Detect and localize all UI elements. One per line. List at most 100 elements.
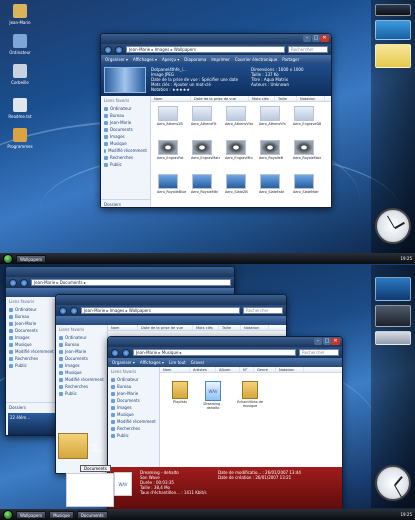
column-tags[interactable]: Mots clés: [249, 96, 275, 101]
file-item[interactable]: Échantillons de musique: [234, 381, 266, 408]
nav-item-searches[interactable]: Recherches: [6, 355, 57, 362]
nav-item-computer[interactable]: Ordinateur: [108, 376, 159, 383]
nav-item-music[interactable]: Musique: [6, 341, 57, 348]
clock-tray[interactable]: 19:25: [400, 512, 412, 517]
image-thumbnail[interactable]: Aero_EngravMatr: [191, 140, 220, 160]
image-thumbnail[interactable]: Aero_SlateZB: [225, 174, 248, 194]
nav-item-pictures[interactable]: Images: [56, 362, 107, 369]
organize-button[interactable]: Organiser ▾: [112, 360, 135, 365]
close-button[interactable]: ✕: [320, 35, 329, 42]
address-input[interactable]: Jean-Marie ▸ Musique ▸: [133, 349, 296, 356]
column-date-taken[interactable]: Date de la prise de vue: [191, 96, 249, 101]
burn-button[interactable]: Graver: [191, 360, 205, 365]
column-name[interactable]: Nom: [151, 96, 191, 101]
column-size[interactable]: Taille: [219, 325, 241, 330]
desktop-icon-readme[interactable]: Readme.txt: [3, 98, 37, 119]
column-genre[interactable]: Genre: [254, 367, 276, 372]
back-arrow-icon[interactable]: [104, 45, 112, 54]
nav-item-user[interactable]: Jean-Marie: [6, 320, 57, 327]
nav-item-computer[interactable]: Ordinateur: [56, 334, 107, 341]
nav-item-pictures[interactable]: Images: [108, 404, 159, 411]
share-button[interactable]: Partager: [282, 57, 299, 62]
nav-item-public[interactable]: Public: [6, 362, 57, 369]
image-thumbnail[interactable]: Aero_AthensFIt: [191, 106, 216, 126]
forward-arrow-icon[interactable]: [70, 306, 78, 315]
image-thumbnail[interactable]: Aero_EngravFat: [157, 140, 183, 160]
desktop-icon-computer[interactable]: Ordinateur: [3, 34, 37, 55]
column-name[interactable]: Nom: [160, 367, 190, 372]
address-input[interactable]: Jean-Marie ▸ Images ▸ Wallpapers: [126, 46, 285, 53]
column-album[interactable]: Album: [216, 367, 240, 372]
column-rating[interactable]: Notation: [241, 325, 269, 330]
nav-item-user[interactable]: Jean-Marie: [101, 119, 150, 126]
search-input[interactable]: Rechercher: [299, 349, 339, 356]
column-size[interactable]: Taille: [275, 96, 297, 101]
image-thumbnail[interactable]: Aero_AthensVfn: [259, 106, 286, 126]
image-thumbnail[interactable]: Aero_Athens2B: [157, 106, 183, 126]
title-bar[interactable]: [56, 295, 286, 305]
minimize-button[interactable]: –: [303, 35, 311, 42]
folders-toggle[interactable]: Dossiers: [101, 199, 150, 207]
back-arrow-icon[interactable]: [111, 348, 119, 357]
nav-item-music[interactable]: Musique: [101, 140, 150, 147]
column-rating[interactable]: Notation: [297, 96, 325, 101]
column-date-taken[interactable]: Date de la prise de vue: [138, 325, 193, 330]
calendar-gadget[interactable]: [375, 44, 411, 68]
nav-item-desktop[interactable]: Bureau: [108, 383, 159, 390]
feed-gadget[interactable]: [375, 305, 411, 327]
image-thumbnail[interactable]: Aero_EngraveD8: [293, 106, 321, 126]
gadget-toolbar[interactable]: [375, 4, 411, 16]
image-thumbnail[interactable]: Aero_AthensVfar: [225, 106, 253, 126]
title-bar[interactable]: – □ ✕: [101, 34, 331, 44]
maximize-button[interactable]: □: [323, 338, 331, 345]
nav-item-documents[interactable]: Documents: [101, 126, 150, 133]
column-rating[interactable]: Notation: [276, 367, 304, 372]
preview-rating[interactable]: Notation : ★★★★★: [151, 87, 238, 92]
search-input[interactable]: Rechercher: [288, 46, 328, 53]
play-all-button[interactable]: Lire tout: [169, 360, 186, 365]
back-arrow-icon[interactable]: [9, 278, 17, 287]
image-thumbnail[interactable]: Aero_RoyalleBlue: [157, 174, 186, 194]
nav-item-recent[interactable]: Modifié récemment: [108, 418, 159, 425]
forward-arrow-icon[interactable]: [122, 348, 130, 357]
desktop-icon-user[interactable]: Jean-Marie: [3, 4, 37, 25]
desktop-icon-programs[interactable]: Programmes: [3, 128, 37, 149]
nav-item-desktop[interactable]: Bureau: [6, 313, 57, 320]
start-orb-icon[interactable]: [3, 253, 13, 264]
nav-item-searches[interactable]: Recherches: [108, 425, 159, 432]
taskbar-item-wallpapers[interactable]: Wallpapers: [16, 510, 47, 519]
nav-item-public[interactable]: Public: [101, 161, 150, 168]
file-item[interactable]: Playlists: [166, 381, 194, 404]
clock-gadget[interactable]: [375, 465, 411, 501]
nav-item-user[interactable]: Jean-Marie: [56, 348, 107, 355]
nav-item-music[interactable]: Musique: [56, 369, 107, 376]
nav-item-desktop[interactable]: Bureau: [56, 341, 107, 348]
image-thumbnail[interactable]: Aero_SlateFabr: [259, 174, 284, 194]
nav-item-pictures[interactable]: Images: [6, 334, 57, 341]
nav-item-documents[interactable]: Documents: [6, 327, 57, 334]
forward-arrow-icon[interactable]: [115, 45, 123, 54]
desktop-icon-recycle-bin[interactable]: Corbeille: [3, 64, 37, 85]
clock-gadget[interactable]: [375, 208, 411, 244]
nav-item-music[interactable]: Musique: [108, 411, 159, 418]
email-button[interactable]: Courrier électronique: [235, 57, 277, 62]
taskbar-item-music[interactable]: Musique: [49, 510, 74, 519]
close-button[interactable]: ✕: [331, 338, 340, 345]
file-item[interactable]: WAV Dreaming - dehalto: [198, 381, 228, 410]
maximize-button[interactable]: □: [312, 35, 320, 42]
nav-item-recent[interactable]: Modifié récemment: [101, 147, 150, 154]
forward-arrow-icon[interactable]: [20, 278, 28, 287]
column-artists[interactable]: Artistes: [190, 367, 216, 372]
image-thumbnail[interactable]: Aero_RoyaleFabr: [293, 140, 321, 160]
minimize-button[interactable]: –: [314, 338, 322, 345]
nav-item-searches[interactable]: Recherches: [56, 383, 107, 390]
column-tags[interactable]: Mots clés: [193, 325, 219, 330]
weather-gadget[interactable]: [375, 20, 411, 40]
nav-item-documents[interactable]: Documents: [56, 355, 107, 362]
nav-item-computer[interactable]: Ordinateur: [101, 105, 150, 112]
clock-tray[interactable]: 19:25: [400, 256, 412, 261]
nav-item-public[interactable]: Public: [56, 390, 107, 397]
image-thumbnail[interactable]: Aero_RoyalleB: [259, 140, 283, 160]
image-thumbnail[interactable]: Aero_SlateMatr: [293, 174, 319, 194]
nav-item-pictures[interactable]: Images: [101, 133, 150, 140]
